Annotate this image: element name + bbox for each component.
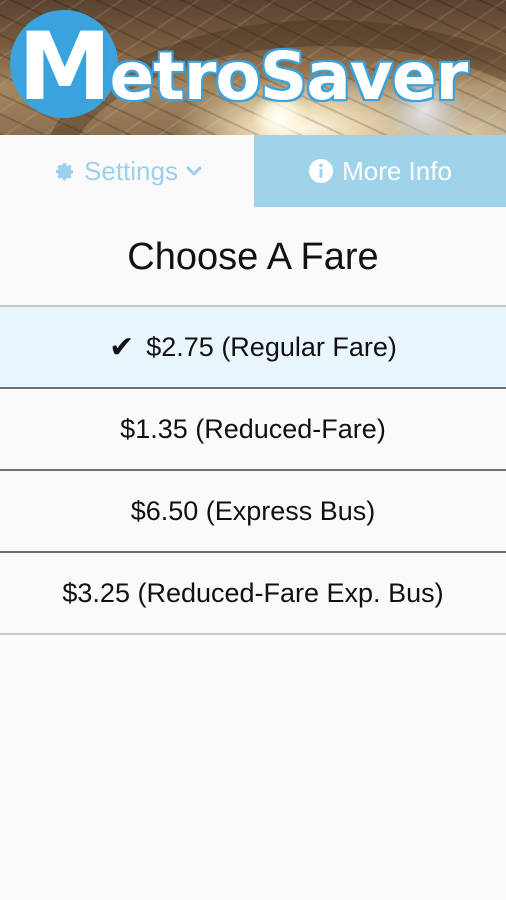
app-root: M etroSaver Settings More Info Choose A … — [0, 0, 506, 900]
header-banner: M etroSaver — [0, 0, 506, 135]
fare-option-label: $6.50 (Express Bus) — [130, 495, 376, 526]
tab-settings-label: Settings — [84, 155, 178, 186]
fare-option-express-bus[interactable]: $6.50 (Express Bus) — [0, 471, 506, 553]
chevron-down-icon — [186, 165, 202, 177]
fare-option-label: $2.75 (Regular Fare) — [146, 331, 397, 362]
fare-option-reduced[interactable]: $1.35 (Reduced-Fare) — [0, 389, 506, 471]
fare-option-reduced-express-bus[interactable]: $3.25 (Reduced-Fare Exp. Bus) — [0, 553, 506, 635]
info-icon — [308, 158, 334, 184]
page-title: Choose A Fare — [127, 236, 379, 278]
tab-more-info[interactable]: More Info — [254, 135, 506, 207]
logo-rest: etroSaver — [109, 38, 469, 115]
gear-icon — [52, 159, 76, 183]
check-icon: ✔ — [109, 329, 135, 365]
fare-option-regular[interactable]: ✔ $2.75 (Regular Fare) — [0, 307, 506, 389]
tab-settings[interactable]: Settings — [0, 135, 254, 207]
tab-more-info-label: More Info — [342, 155, 452, 186]
fare-list: ✔ $2.75 (Regular Fare) $1.35 (Reduced-Fa… — [0, 305, 506, 635]
fare-option-label: $1.35 (Reduced-Fare) — [120, 413, 386, 444]
app-logo: M etroSaver — [10, 10, 469, 126]
fare-option-label: $3.25 (Reduced-Fare Exp. Bus) — [62, 577, 444, 608]
logo-text: M etroSaver — [10, 13, 469, 122]
tab-bar: Settings More Info — [0, 135, 506, 207]
logo-first-letter: M — [18, 13, 112, 122]
